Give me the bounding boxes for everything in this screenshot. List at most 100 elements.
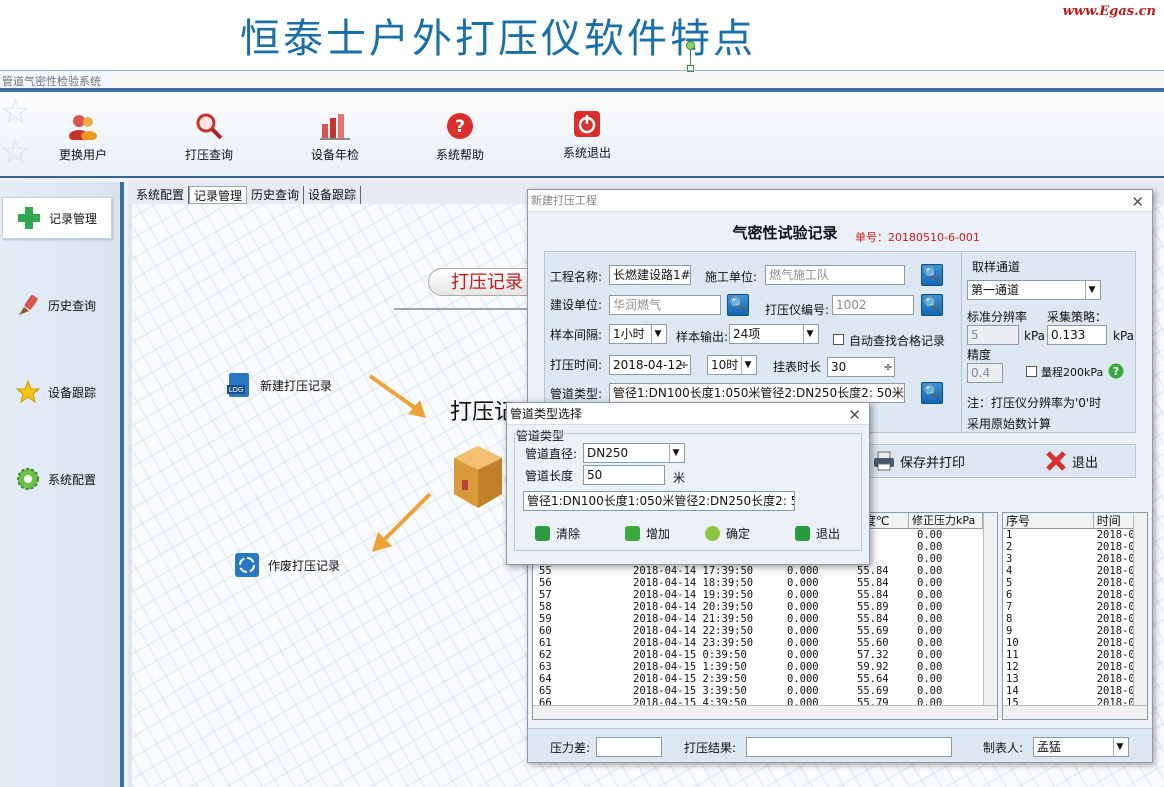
- table-row[interactable]: 10 2018-0: [1003, 637, 1147, 649]
- raw-data-note: 采用原始数计算: [967, 417, 1052, 431]
- table-row[interactable]: 12 2018-0: [1003, 661, 1147, 673]
- table-row[interactable]: 59 2018-04-14 21:39:50 0.000 55.84 0.00: [533, 613, 997, 625]
- owner-field[interactable]: 华润燃气: [609, 295, 721, 315]
- strategy-field[interactable]: 0.133: [1047, 325, 1107, 345]
- device-search-button[interactable]: 🔍: [921, 294, 943, 316]
- dialog-exit-button[interactable]: 退出: [1045, 451, 1098, 471]
- table-vscrollbar[interactable]: [983, 513, 997, 705]
- sidebar-item-device-tracking[interactable]: 设备跟踪: [2, 371, 112, 413]
- exit-system-button[interactable]: 系统退出: [542, 110, 632, 161]
- table-cell: 2: [1006, 541, 1013, 553]
- length-field[interactable]: 50: [583, 465, 665, 485]
- pipe-summary-field[interactable]: 管径1:DN100长度1:050米管径2:DN250长度2: 50米: [523, 491, 795, 511]
- table-row[interactable]: 1 2018-0: [1003, 529, 1147, 541]
- pressure-diff-field[interactable]: [596, 737, 662, 757]
- duration-field[interactable]: 30: [827, 357, 895, 377]
- table-vscrollbar[interactable]: [1133, 513, 1147, 705]
- project-name-field[interactable]: 长燃建设路1#: [609, 265, 691, 285]
- sub-exit-label: 退出: [816, 527, 841, 541]
- table-row[interactable]: 11 2018-0: [1003, 649, 1147, 661]
- table-row[interactable]: 58 2018-04-14 20:39:50 0.000 55.89 0.00: [533, 601, 997, 613]
- table-row[interactable]: 8 2018-0: [1003, 613, 1147, 625]
- annual-inspection-button[interactable]: 设备年检: [290, 112, 380, 163]
- save-print-button[interactable]: 保存并打印: [873, 451, 965, 471]
- table-cell: 0.00: [917, 649, 943, 661]
- tab-history[interactable]: 历史查询: [247, 186, 305, 204]
- device-no-field[interactable]: 1002: [832, 295, 914, 315]
- table-row[interactable]: 57 2018-04-14 19:39:50 0.000 55.84 0.00: [533, 589, 997, 601]
- table-row[interactable]: 60 2018-04-14 22:39:50 0.000 55.69 0.00: [533, 625, 997, 637]
- table-cell: 63: [539, 661, 552, 673]
- tab-records[interactable]: 记录管理: [189, 186, 248, 204]
- maker-label: 制表人:: [983, 741, 1024, 755]
- owner-search-button[interactable]: 🔍: [727, 294, 749, 316]
- sidebar-item-records[interactable]: 记录管理: [2, 197, 112, 239]
- new-record-label: 新建打压记录: [260, 378, 333, 393]
- table-cell: 10: [1006, 637, 1019, 649]
- table-row[interactable]: 14 2018-0: [1003, 685, 1147, 697]
- table-hscrollbar[interactable]: [1003, 705, 1147, 719]
- table-row[interactable]: 55 2018-04-14 17:39:50 0.000 55.84 0.00: [533, 565, 997, 577]
- change-user-button[interactable]: 更换用户: [38, 112, 128, 163]
- close-icon[interactable]: ✕: [1131, 191, 1144, 213]
- new-record-action[interactable]: LOG 新建打压记录: [226, 372, 332, 398]
- ok-button[interactable]: 确定: [705, 525, 750, 542]
- result-field[interactable]: [746, 737, 952, 757]
- table-cell: 55: [539, 565, 552, 577]
- table-cell: 13: [1006, 673, 1019, 685]
- table-cell: 0.000: [787, 601, 819, 613]
- auto-find-checkbox[interactable]: [833, 334, 844, 345]
- range-checkbox[interactable]: [1026, 366, 1037, 377]
- table-cell: 12: [1006, 661, 1019, 673]
- sidebar-item-label: 历史查询: [48, 298, 97, 313]
- table-row[interactable]: 4 2018-0: [1003, 565, 1147, 577]
- table-row[interactable]: 56 2018-04-14 18:39:50 0.000 55.84 0.00: [533, 577, 997, 589]
- table-row[interactable]: 63 2018-04-15 1:39:50 0.000 59.92 0.00: [533, 661, 997, 673]
- table-cell: 0.00: [917, 529, 943, 541]
- table-row[interactable]: 65 2018-04-15 3:39:50 0.000 55.69 0.00: [533, 685, 997, 697]
- dialog-action-bar: 保存并打印 退出: [858, 444, 1136, 478]
- watermark: www.Egas.cn: [1062, 4, 1156, 19]
- help-icon[interactable]: ?: [1108, 363, 1124, 379]
- channel-title: 取样通道: [972, 260, 1021, 274]
- builder-field[interactable]: 燃气施工队: [765, 265, 905, 285]
- table-row[interactable]: 13 2018-0: [1003, 673, 1147, 685]
- date-field[interactable]: 2018-04-12: [609, 355, 691, 375]
- void-record-action[interactable]: 作废打压记录: [234, 552, 340, 578]
- table-row[interactable]: 6 2018-0: [1003, 589, 1147, 601]
- table-row[interactable]: 5 2018-0: [1003, 577, 1147, 589]
- table-row[interactable]: 2 2018-0: [1003, 541, 1147, 553]
- diameter-select[interactable]: DN250: [583, 443, 685, 463]
- pressure-query-button[interactable]: 打压查询: [164, 112, 254, 163]
- sidebar-item-system-config[interactable]: 系统配置: [2, 458, 112, 500]
- table-hscrollbar[interactable]: [533, 705, 997, 719]
- table-row[interactable]: 62 2018-04-15 0:39:50 0.000 57.32 0.00: [533, 649, 997, 661]
- table-row[interactable]: 61 2018-04-14 23:39:50 0.000 55.60 0.00: [533, 637, 997, 649]
- table-row[interactable]: 7 2018-0: [1003, 601, 1147, 613]
- interval-label: 样本间隔:: [550, 328, 603, 342]
- rotation-handle[interactable]: [686, 41, 695, 50]
- tab-device-tracking[interactable]: 设备跟踪: [304, 186, 362, 204]
- serial-number: 单号：20180510-6-001: [855, 231, 980, 244]
- output-select[interactable]: 24项: [729, 324, 819, 344]
- close-icon: [1046, 451, 1066, 471]
- pipe-type-field[interactable]: 管径1:DN100长度1:050米管径2:DN250长度2: 50米: [609, 383, 905, 403]
- add-button[interactable]: 增加: [625, 525, 670, 542]
- close-icon[interactable]: ✕: [848, 404, 861, 426]
- help-button[interactable]: ? 系统帮助: [415, 112, 505, 163]
- table-row[interactable]: 64 2018-04-15 2:39:50 0.000 55.64 0.00: [533, 673, 997, 685]
- pipe-search-button[interactable]: 🔍: [921, 382, 943, 404]
- channel-select[interactable]: 第一通道: [967, 280, 1101, 300]
- tab-system-config[interactable]: 系统配置: [132, 186, 190, 204]
- table-cell: 62: [539, 649, 552, 661]
- sidebar-item-history[interactable]: 历史查询: [2, 284, 112, 326]
- interval-select[interactable]: 1小时: [609, 324, 667, 344]
- builder-search-button[interactable]: 🔍: [921, 264, 943, 286]
- maker-select[interactable]: 孟猛: [1033, 737, 1129, 757]
- hour-select[interactable]: 10时: [707, 355, 757, 375]
- table-row[interactable]: 3 2018-0: [1003, 553, 1147, 565]
- check-icon: [705, 526, 720, 541]
- table-row[interactable]: 9 2018-0: [1003, 625, 1147, 637]
- clear-button[interactable]: 清除: [535, 525, 580, 542]
- sub-exit-button[interactable]: 退出: [795, 525, 840, 542]
